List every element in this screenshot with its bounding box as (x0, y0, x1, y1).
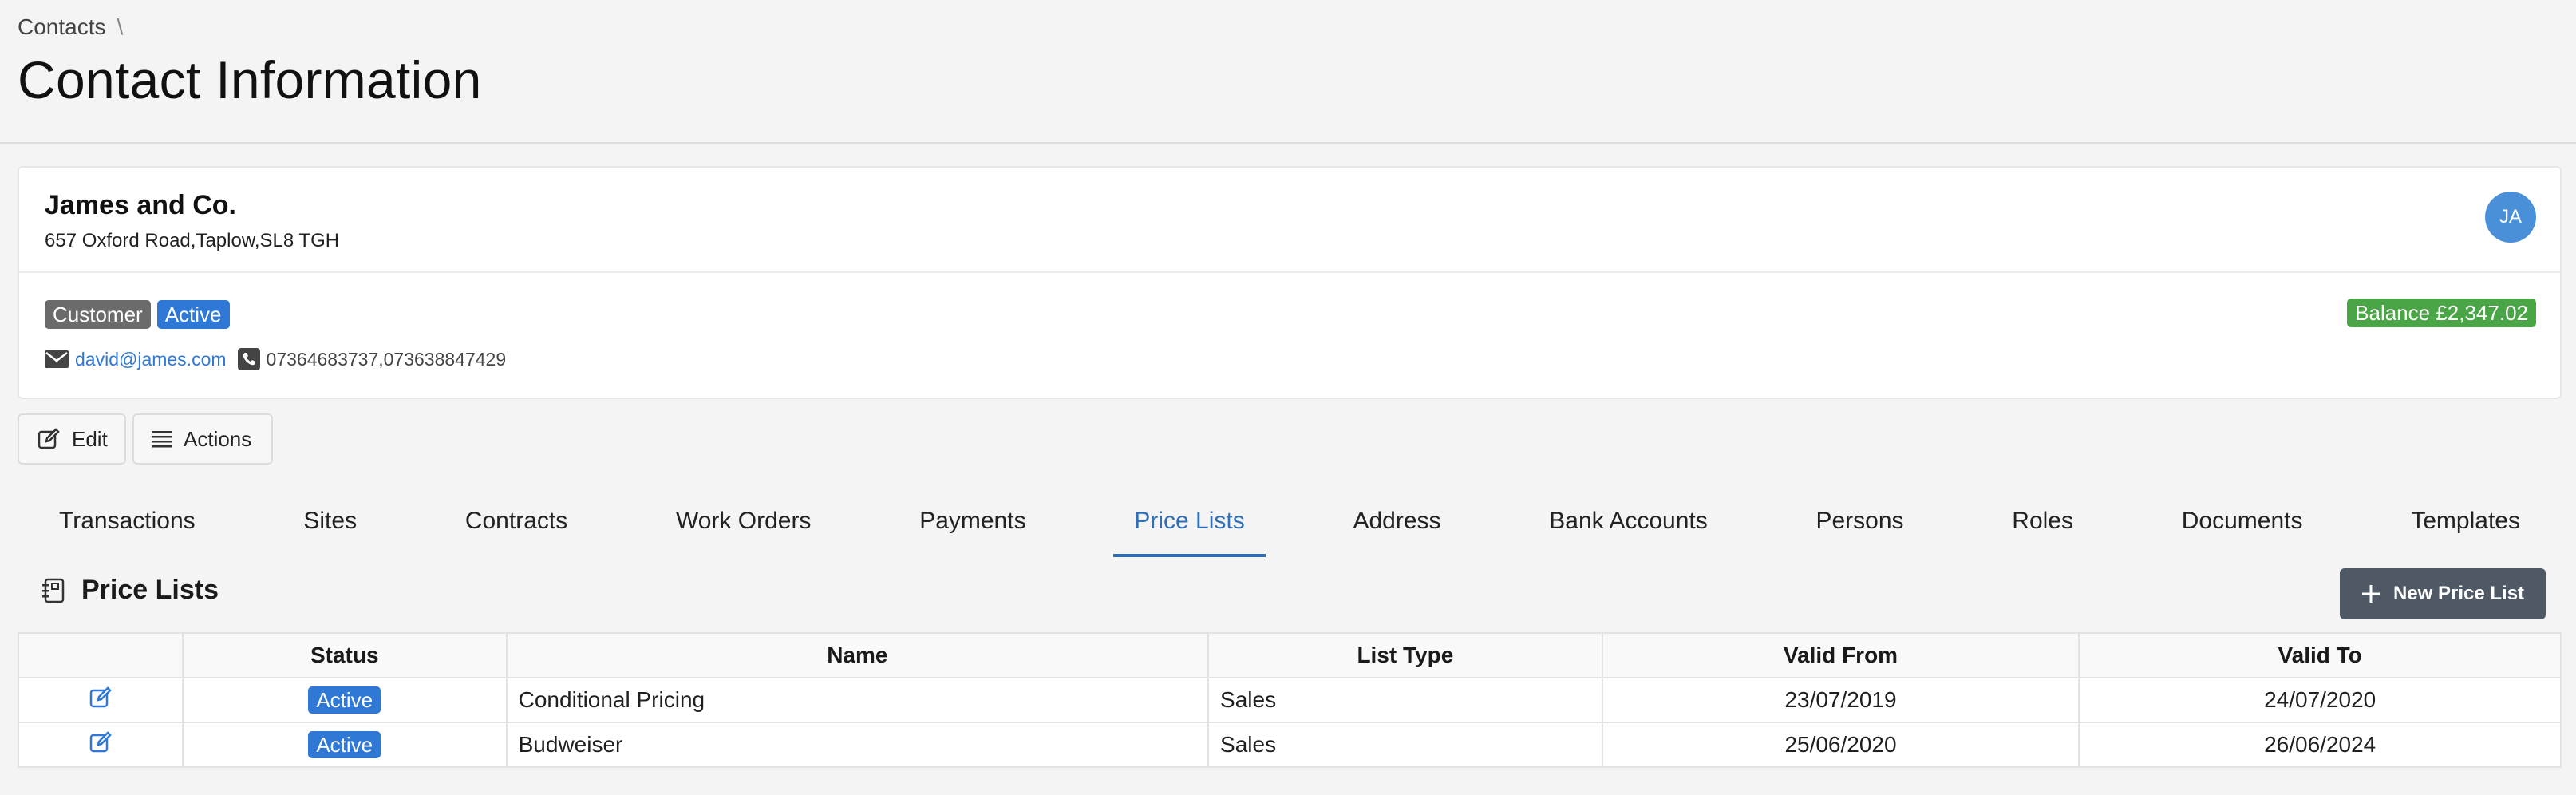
actions-button-label: Actions (184, 426, 252, 451)
tab-templates[interactable]: Templates (2390, 496, 2541, 557)
breadcrumb-contacts[interactable]: Contacts (18, 14, 106, 40)
plus-icon (2361, 584, 2380, 603)
edit-button-label: Edit (72, 426, 108, 451)
contact-name: James and Co. (45, 190, 236, 220)
new-price-list-label: New Price List (2392, 583, 2525, 604)
actions-button[interactable]: Actions (132, 413, 273, 465)
column-header-status[interactable]: Status (181, 632, 508, 678)
tab-price-lists[interactable]: Price Lists (1113, 496, 1266, 557)
balance-badge: Balance £2,347.02 (2347, 299, 2536, 327)
breadcrumb: Contacts \ (18, 13, 2558, 42)
page-title: Contact Information (18, 50, 482, 109)
tab-contracts[interactable]: Contracts (444, 496, 588, 557)
valid-from-cell: 23/07/2019 (1601, 677, 2080, 723)
customer-tag: Customer (45, 300, 151, 329)
breadcrumb-separator: \ (117, 14, 124, 39)
tab-bank-accounts[interactable]: Bank Accounts (1528, 496, 1728, 557)
contact-card: James and Co. 657 Oxford Road,Taplow,SL8… (18, 166, 2562, 399)
contact-details: david@james.com 07364683737,073638847429 (45, 348, 506, 370)
column-header-valid-from[interactable]: Valid From (1601, 632, 2080, 678)
page-header: Contacts \ Contact Information (18, 13, 2558, 110)
avatar[interactable]: JA (2485, 192, 2536, 243)
column-header-list-type[interactable]: List Type (1207, 632, 1603, 678)
contact-address: 657 Oxford Road,Taplow,SL8 TGH (45, 230, 340, 251)
notebook-icon (41, 578, 65, 603)
column-header-name[interactable]: Name (505, 632, 1210, 678)
tab-address[interactable]: Address (1332, 496, 1461, 557)
list-type-cell: Sales (1207, 722, 1603, 768)
table-row[interactable]: Active Conditional Pricing Sales 23/07/2… (18, 677, 2562, 723)
column-header-valid-to[interactable]: Valid To (2078, 632, 2562, 678)
edit-icon (37, 427, 61, 451)
name-cell: Budweiser (505, 722, 1210, 768)
table-row[interactable]: Active Budweiser Sales 25/06/2020 26/06/… (18, 722, 2562, 768)
tab-persons[interactable]: Persons (1795, 496, 1924, 557)
tab-work-orders[interactable]: Work Orders (655, 496, 832, 557)
header-divider (0, 142, 2576, 144)
phone-numbers[interactable]: 07364683737,073638847429 (267, 349, 507, 370)
status-cell: Active (181, 722, 508, 768)
edit-icon[interactable] (89, 730, 113, 754)
tab-documents[interactable]: Documents (2161, 496, 2324, 557)
tab-sites[interactable]: Sites (282, 496, 377, 557)
active-tag: Active (156, 300, 230, 329)
status-badge: Active (308, 731, 381, 758)
status-badge: Active (308, 686, 381, 714)
edit-icon[interactable] (89, 686, 113, 710)
table-header-row: Status Name List Type Valid From Valid T… (18, 632, 2562, 678)
tab-bar: Transactions Sites Contracts Work Orders… (18, 496, 2562, 557)
edit-button[interactable]: Edit (18, 413, 126, 465)
list-type-cell: Sales (1207, 677, 1603, 723)
new-price-list-button[interactable]: New Price List (2340, 568, 2546, 619)
mail-icon (45, 350, 69, 368)
list-icon (152, 430, 172, 448)
row-edit-cell (18, 722, 184, 768)
valid-to-cell: 26/06/2024 (2078, 722, 2562, 768)
phone-icon (237, 348, 260, 370)
tab-payments[interactable]: Payments (899, 496, 1046, 557)
name-cell: Conditional Pricing (505, 677, 1210, 723)
row-edit-cell (18, 677, 184, 723)
tab-roles[interactable]: Roles (1991, 496, 2094, 557)
status-cell: Active (181, 677, 508, 723)
email-link[interactable]: david@james.com (75, 349, 227, 370)
tab-transactions[interactable]: Transactions (38, 496, 216, 557)
section-title: Price Lists (81, 575, 219, 605)
column-header-actions (18, 632, 184, 678)
price-lists-table: Status Name List Type Valid From Valid T… (18, 632, 2562, 768)
section-header: Price Lists (41, 575, 219, 606)
valid-from-cell: 25/06/2020 (1601, 722, 2080, 768)
valid-to-cell: 24/07/2020 (2078, 677, 2562, 723)
contact-card-header: James and Co. 657 Oxford Road,Taplow,SL8… (19, 168, 2560, 273)
contact-tags: Customer Active (45, 300, 230, 329)
